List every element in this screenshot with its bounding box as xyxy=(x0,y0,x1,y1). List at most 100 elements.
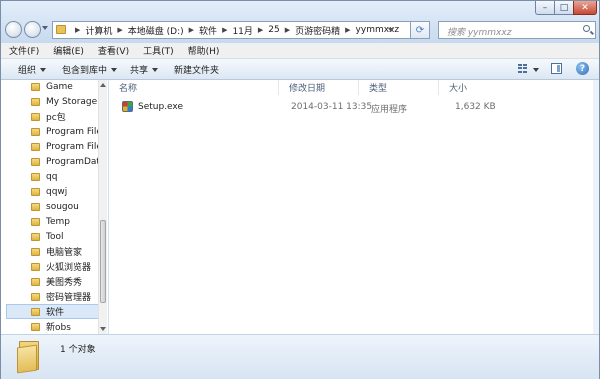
sidebar-item-sougou[interactable]: sougou xyxy=(31,200,107,213)
sidebar-item-qqwj[interactable]: qqwj xyxy=(31,185,107,198)
sidebar-item-firefox[interactable]: 火狐浏览器 xyxy=(31,260,107,273)
share-label: 共享 xyxy=(130,66,149,76)
folder-icon xyxy=(31,112,40,121)
preview-pane-icon[interactable] xyxy=(551,63,562,74)
sidebar-item-label: 电脑管家 xyxy=(46,248,83,258)
sidebar-item-label: pc包 xyxy=(46,113,66,123)
file-row-setup-exe[interactable]: Setup.exe 2014-03-11 13:35 应用程序 1,632 KB xyxy=(113,101,513,115)
menu-edit[interactable]: 编辑(E) xyxy=(45,44,90,57)
include-in-library-button[interactable]: 包含到库中 xyxy=(62,63,118,76)
title-bar: – □ ✕ ▶ 计算机 ▶ 本地磁盘 (D:) ▶ 软件 ▶ 11月 ▶ 25 … xyxy=(1,1,599,43)
sidebar-scrollbar[interactable] xyxy=(98,80,107,334)
search-input[interactable]: 搜索 yymmxxz xyxy=(438,21,596,39)
chevron-down-icon xyxy=(40,67,47,72)
refresh-button[interactable]: ⟳ xyxy=(411,21,430,39)
column-header-size[interactable]: 大小 xyxy=(439,80,499,95)
sidebar-item-pc-bao[interactable]: pc包 xyxy=(31,110,107,123)
back-button[interactable] xyxy=(5,21,22,38)
content-right-border xyxy=(593,80,599,334)
sidebar-item-new-obs[interactable]: 新obs xyxy=(31,320,107,333)
sidebar-item-password-manager[interactable]: 密码管理器 xyxy=(31,290,107,303)
sidebar-item-pc-manager[interactable]: 电脑管家 xyxy=(31,245,107,258)
column-header-type[interactable]: 类型 xyxy=(359,80,439,95)
maximize-button[interactable]: □ xyxy=(554,1,574,15)
folder-icon xyxy=(31,157,40,166)
sidebar-item-tool[interactable]: Tool xyxy=(31,230,107,243)
folder-icon xyxy=(31,307,40,316)
folder-icon xyxy=(31,232,40,241)
folder-icon xyxy=(56,25,66,34)
breadcrumb-separator[interactable]: ▶ xyxy=(253,26,268,34)
breadcrumb-separator[interactable]: ▶ xyxy=(112,26,127,34)
recent-pages-dropdown[interactable] xyxy=(42,26,48,30)
breadcrumb-separator[interactable]: ▶ xyxy=(340,26,355,34)
folder-icon xyxy=(31,247,40,256)
breadcrumb-separator[interactable]: ▶ xyxy=(184,26,199,34)
sidebar-item-programdata[interactable]: ProgramData xyxy=(31,155,107,168)
folder-icon xyxy=(31,277,40,286)
view-options-dropdown-icon[interactable] xyxy=(533,68,539,72)
sidebar-item-qq[interactable]: qq xyxy=(31,170,107,183)
menu-view[interactable]: 查看(V) xyxy=(90,44,135,57)
sidebar-item-label: 美图秀秀 xyxy=(46,278,83,288)
chevron-down-icon xyxy=(152,67,159,72)
menu-file[interactable]: 文件(F) xyxy=(1,44,45,57)
item-count: 1 个对象 xyxy=(60,345,96,355)
folder-icon xyxy=(31,292,40,301)
column-header-name[interactable]: 名称 xyxy=(109,80,279,95)
folder-icon xyxy=(17,341,41,374)
address-bar[interactable]: ▶ 计算机 ▶ 本地磁盘 (D:) ▶ 软件 ▶ 11月 ▶ 25 ▶ 页游密码… xyxy=(52,21,411,39)
sidebar-item-label: 密码管理器 xyxy=(46,293,92,303)
command-bar: 组织 包含到库中 共享 新建文件夹 ? xyxy=(1,59,599,80)
scroll-up-arrow-icon[interactable] xyxy=(100,83,106,87)
menu-help[interactable]: 帮助(H) xyxy=(180,44,226,57)
scroll-down-arrow-icon[interactable] xyxy=(100,327,106,331)
breadcrumb-november[interactable]: 11月 xyxy=(232,24,252,37)
help-icon[interactable]: ? xyxy=(576,62,589,75)
organize-button[interactable]: 组织 xyxy=(18,63,47,76)
breadcrumb-parent-folder[interactable]: 页游密码精 xyxy=(295,24,340,37)
column-header-modified[interactable]: 修改日期 xyxy=(279,80,359,95)
sidebar-item-meitu[interactable]: 美图秀秀 xyxy=(31,275,107,288)
folder-icon xyxy=(31,202,40,211)
column-modified-label: 修改日期 xyxy=(289,84,326,94)
breadcrumb[interactable]: ▶ 计算机 ▶ 本地磁盘 (D:) ▶ 软件 ▶ 11月 ▶ 25 ▶ 页游密码… xyxy=(70,22,399,38)
forward-button[interactable] xyxy=(24,21,41,38)
column-size-label: 大小 xyxy=(449,84,468,94)
include-in-library-label: 包含到库中 xyxy=(62,66,108,76)
organize-label: 组织 xyxy=(18,66,37,76)
column-name-label: 名称 xyxy=(119,84,138,94)
folder-icon xyxy=(31,82,40,91)
breadcrumb-software[interactable]: 软件 xyxy=(199,24,217,37)
file-size: 1,632 KB xyxy=(455,102,496,112)
sidebar-item-program-files-2[interactable]: Program Files xyxy=(31,140,107,153)
new-folder-label: 新建文件夹 xyxy=(174,66,220,76)
folder-icon xyxy=(31,262,40,271)
sidebar-item-software[interactable]: 软件 xyxy=(6,304,103,319)
sidebar-item-temp[interactable]: Temp xyxy=(31,215,107,228)
sidebar-item-label: My Storage xyxy=(46,96,98,107)
column-type-label: 类型 xyxy=(369,84,388,94)
menu-tools[interactable]: 工具(T) xyxy=(135,44,180,57)
search-icon[interactable] xyxy=(583,25,590,32)
sidebar-item-program-files[interactable]: Program Files xyxy=(31,125,107,138)
close-button[interactable]: ✕ xyxy=(573,1,597,15)
folder-icon xyxy=(31,217,40,226)
new-folder-button[interactable]: 新建文件夹 xyxy=(174,63,219,76)
sidebar-item-label: qqwj xyxy=(46,186,68,197)
address-history-dropdown-icon[interactable] xyxy=(388,28,394,32)
share-button[interactable]: 共享 xyxy=(130,63,159,76)
breadcrumb-separator[interactable]: ▶ xyxy=(280,26,295,34)
scrollbar-thumb[interactable] xyxy=(100,220,106,303)
minimize-button[interactable]: – xyxy=(535,1,555,15)
breadcrumb-separator[interactable]: ▶ xyxy=(217,26,232,34)
breadcrumb-computer[interactable]: 计算机 xyxy=(85,24,112,37)
sidebar-item-game[interactable]: Game xyxy=(31,80,107,93)
sidebar-item-label: 软件 xyxy=(46,308,65,318)
breadcrumb-drive-d[interactable]: 本地磁盘 (D:) xyxy=(128,24,184,37)
sidebar-item-my-storage[interactable]: My Storage xyxy=(31,95,107,108)
folder-icon xyxy=(31,127,40,136)
change-view-icon[interactable] xyxy=(518,64,528,73)
breadcrumb-25[interactable]: 25 xyxy=(268,25,279,35)
breadcrumb-separator[interactable]: ▶ xyxy=(70,26,85,34)
